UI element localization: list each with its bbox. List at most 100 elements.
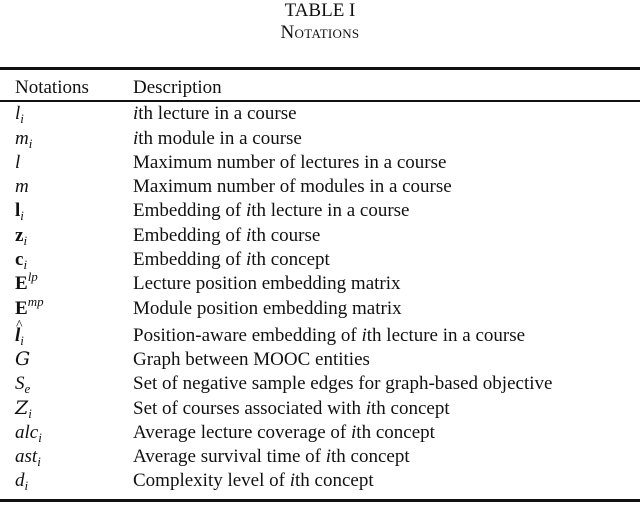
table-row: li Embedding of ith lecture in a course	[0, 199, 640, 223]
symbol-subscript: i	[28, 135, 33, 151]
symbol-base: m	[15, 176, 29, 198]
notation-symbol: asti	[15, 446, 41, 468]
table-row: zi Embedding of ith course	[0, 223, 640, 247]
description-text: th module in a course	[138, 127, 302, 149]
table-row: l Maximum number of lectures in a course	[0, 151, 640, 175]
symbol-base: l	[15, 315, 23, 347]
table-row: di Complexity level of ith concept	[0, 469, 640, 493]
table-row: ci Embedding of ith concept	[0, 248, 640, 272]
notation-symbol: m	[15, 176, 29, 198]
description-text: Graph between MOOC entities	[133, 348, 370, 370]
table-title: Notations	[280, 22, 360, 43]
notation-symbol: l	[15, 152, 20, 174]
column-header-description: Description	[133, 77, 222, 98]
description-text: Maximum number of lectures in a course	[133, 151, 447, 173]
notation-description: Module position embedding matrix	[133, 298, 402, 320]
symbol-subscript: i	[20, 208, 24, 224]
notation-symbol: alci	[15, 422, 42, 444]
notation-description: Average lecture coverage of ith concept	[133, 422, 435, 444]
notation-symbol: G	[15, 348, 30, 371]
notation-symbol: Se	[15, 373, 30, 395]
column-header-notations: Notations	[15, 77, 89, 98]
description-text: Lecture position embedding matrix	[133, 273, 401, 295]
notation-description: Average survival time of ith concept	[133, 446, 410, 468]
symbol-base: S	[15, 373, 25, 395]
description-text: th course	[251, 224, 321, 246]
description-text: Embedding of	[133, 249, 246, 271]
symbol-base: G	[15, 347, 31, 370]
description-text: Position-aware embedding of	[133, 324, 362, 346]
symbol-base: d	[15, 470, 25, 492]
notation-symbol: li	[15, 103, 24, 125]
table-row: Elp Lecture position embedding matrix	[0, 270, 640, 296]
description-text: th lecture in a course	[366, 324, 526, 346]
description-text: th concept	[370, 397, 450, 419]
notation-table-body: li ith lecture in a course mi ith module in…	[0, 102, 640, 493]
description-text: Module position embedding matrix	[133, 297, 402, 319]
notation-description: Position-aware embedding of ith lecture …	[133, 325, 525, 347]
symbol-subscript: i	[23, 232, 28, 248]
top-rule	[0, 67, 640, 70]
description-text: Complexity level of	[133, 470, 290, 492]
notation-symbol: di	[15, 470, 28, 492]
table-row: Zi Set of courses associated with ith con…	[0, 396, 640, 420]
notation-description: Graph between MOOC entities	[133, 349, 370, 371]
table-label: TABLE I	[284, 0, 356, 21]
notation-description: Embedding of ith course	[133, 225, 320, 247]
description-text: Set of courses associated with	[133, 397, 366, 419]
symbol-subscript: i	[23, 257, 28, 273]
symbol-subscript: i	[38, 429, 42, 445]
table-row: m Maximum number of modules in a course	[0, 175, 640, 199]
table-row: li ith lecture in a course	[0, 102, 640, 126]
description-text: Average lecture coverage of	[133, 421, 352, 443]
symbol-subscript: i	[20, 111, 24, 127]
notation-description: Embedding of ith concept	[133, 249, 330, 271]
description-text: th concept	[331, 446, 410, 468]
table-row: alci Average lecture coverage of ith conc…	[0, 421, 640, 445]
notation-description: Embedding of ith lecture in a course	[133, 200, 409, 222]
notation-symbol: Zi	[15, 397, 32, 420]
notation-description: Complexity level of ith concept	[133, 470, 374, 492]
table-row: Emp Module position embedding matrix	[0, 293, 640, 320]
notation-description: Maximum number of lectures in a course	[133, 152, 446, 174]
description-text: th lecture in a course	[251, 200, 410, 222]
table-row: mi ith module in a course	[0, 126, 640, 150]
notation-description: ith module in a course	[133, 128, 302, 150]
notation-description: ith lecture in a course	[133, 103, 297, 125]
symbol-superscript: mp	[27, 293, 44, 309]
notation-symbol: Elp	[15, 270, 38, 295]
symbol-subscript: i	[37, 454, 41, 470]
description-text: Embedding of	[133, 224, 246, 246]
description-text: Average survival time of	[133, 446, 326, 468]
description-text: Maximum number of modules in a course	[133, 176, 452, 198]
symbol-base: ast	[15, 446, 38, 468]
notation-description: Set of courses associated with ith conce…	[133, 398, 450, 420]
symbol-base: m	[15, 127, 29, 149]
symbol-base: alc	[15, 421, 39, 443]
description-text: Set of negative sample edges for graph-b…	[133, 373, 553, 395]
symbol-base: E	[15, 273, 28, 295]
symbol-subscript: i	[28, 405, 32, 421]
notation-symbol: li	[15, 315, 24, 347]
notation-description: Maximum number of modules in a course	[133, 176, 452, 198]
description-text: Embedding of	[133, 200, 246, 222]
symbol-base: Z	[15, 396, 29, 419]
table-row: G Graph between MOOC entities	[0, 348, 640, 372]
symbol-subscript: i	[24, 478, 29, 494]
bottom-rule	[0, 499, 640, 502]
symbol-base: l	[15, 151, 21, 173]
notation-symbol: ci	[15, 249, 27, 271]
table-row: Se Set of negative sample edges for graph…	[0, 372, 640, 396]
description-text: th concept	[356, 421, 435, 443]
table-row: asti Average survival time of ith concept	[0, 445, 640, 469]
description-text: th concept	[251, 249, 330, 271]
description-text: th lecture in a course	[138, 103, 297, 125]
notation-symbol: mi	[15, 128, 32, 150]
notation-description: Set of negative sample edges for graph-b…	[133, 373, 552, 395]
description-text: th concept	[295, 470, 374, 492]
notation-symbol: li	[15, 200, 24, 222]
notation-symbol: zi	[15, 225, 27, 247]
symbol-superscript: lp	[27, 269, 38, 285]
table-row: li Position-aware embedding of ith lectur…	[0, 315, 640, 348]
notation-description: Lecture position embedding matrix	[133, 273, 401, 295]
